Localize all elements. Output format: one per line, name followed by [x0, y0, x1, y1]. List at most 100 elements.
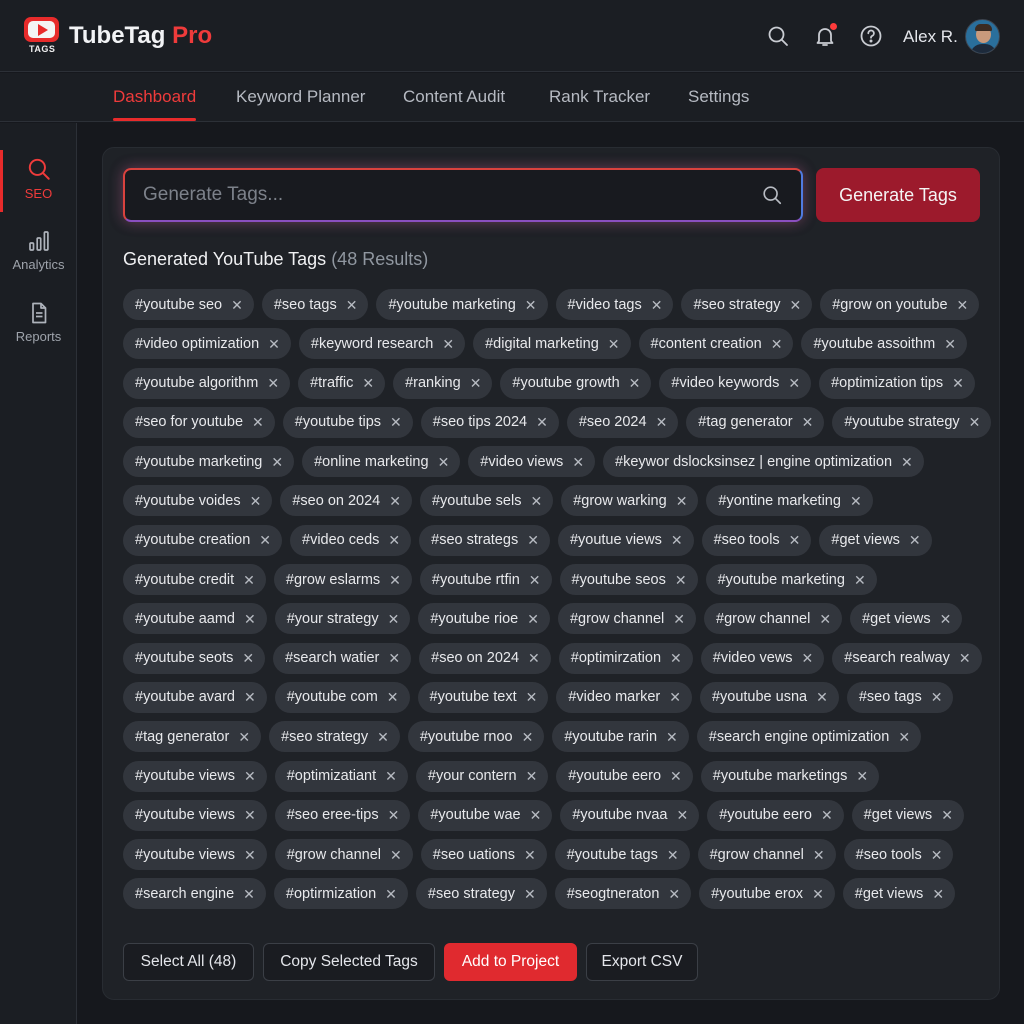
tag-chip[interactable]: #youtube sels ✕	[419, 485, 554, 517]
avatar[interactable]	[965, 19, 1000, 54]
remove-tag-icon[interactable]: ✕	[771, 337, 783, 351]
tag-chip[interactable]: #tag generator ✕	[123, 721, 262, 753]
remove-tag-icon[interactable]: ✕	[530, 494, 542, 508]
remove-tag-icon[interactable]: ✕	[524, 887, 536, 901]
remove-tag-icon[interactable]: ✕	[243, 887, 255, 901]
tag-chip[interactable]: #youtube eero ✕	[707, 799, 844, 831]
tag-chip[interactable]: #seogtneraton ✕	[554, 878, 692, 910]
remove-tag-icon[interactable]: ✕	[944, 337, 956, 351]
remove-tag-icon[interactable]: ✕	[608, 337, 620, 351]
tag-chip[interactable]: #seo strategy ✕	[681, 289, 813, 320]
remove-tag-icon[interactable]: ✕	[788, 376, 800, 390]
remove-tag-icon[interactable]: ✕	[854, 573, 866, 587]
tag-chip[interactable]: #grow channel ✕	[557, 603, 696, 635]
select-all-button[interactable]: Select All (48)	[123, 943, 254, 981]
tag-chip[interactable]: #get views ✕	[819, 524, 932, 556]
tag-chip[interactable]: #keyword research ✕	[298, 328, 466, 360]
remove-tag-icon[interactable]: ✕	[819, 612, 831, 626]
tag-chip[interactable]: #ranking ✕	[393, 367, 493, 399]
tab-dashboard[interactable]: Dashboard	[113, 73, 197, 122]
tag-chip[interactable]: #get views ✕	[850, 603, 963, 635]
header-search-icon[interactable]	[766, 24, 790, 48]
remove-tag-icon[interactable]: ✕	[673, 612, 685, 626]
remove-tag-icon[interactable]: ✕	[670, 769, 682, 783]
copy-selected-button[interactable]: Copy Selected Tags	[263, 943, 435, 981]
sidebar-item-analytics[interactable]: Analytics	[0, 221, 77, 289]
remove-tag-icon[interactable]: ✕	[527, 533, 539, 547]
remove-tag-icon[interactable]: ✕	[952, 376, 964, 390]
tag-chip[interactable]: #search watier ✕	[273, 642, 412, 674]
search-icon[interactable]	[761, 184, 783, 206]
tag-chip[interactable]: #seo tags ✕	[261, 289, 369, 320]
tag-chip[interactable]: #seo strategs ✕	[419, 524, 550, 556]
tag-chip[interactable]: #grow channel ✕	[697, 839, 836, 871]
remove-tag-icon[interactable]: ✕	[527, 612, 539, 626]
remove-tag-icon[interactable]: ✕	[385, 769, 397, 783]
tag-chip[interactable]: #traffic ✕	[298, 367, 386, 399]
tag-chip[interactable]: #youtube eero ✕	[556, 760, 693, 792]
tag-chip[interactable]: #optirmization ✕	[273, 878, 408, 910]
tag-chip[interactable]: #search engine ✕	[123, 878, 266, 910]
tag-chip[interactable]: #youtube rtfin ✕	[419, 564, 552, 596]
tag-chip[interactable]: #optimizatiant ✕	[274, 760, 408, 792]
remove-tag-icon[interactable]: ✕	[238, 730, 250, 744]
tab-keyword-planner[interactable]: Keyword Planner	[236, 73, 365, 122]
tag-chip[interactable]: #optimirzation ✕	[558, 642, 693, 674]
remove-tag-icon[interactable]: ✕	[629, 376, 641, 390]
tag-chip[interactable]: #video ceds ✕	[290, 524, 412, 556]
tag-chip[interactable]: #seo tags ✕	[846, 681, 954, 713]
export-csv-button[interactable]: Export CSV	[586, 943, 698, 981]
remove-tag-icon[interactable]: ✕	[268, 337, 280, 351]
tag-chip[interactable]: #grow on youtube ✕	[820, 289, 980, 320]
tag-chip[interactable]: #youtube marketing ✕	[376, 289, 548, 320]
tag-chip[interactable]: #youtube growth ✕	[500, 367, 652, 399]
tag-chip[interactable]: #search engine optimization ✕	[696, 721, 922, 753]
tag-chip[interactable]: #youtube seots ✕	[123, 642, 266, 674]
tag-chip[interactable]: #video marker ✕	[556, 681, 692, 713]
tag-chip[interactable]: #seo uations ✕	[420, 839, 547, 871]
tag-chip[interactable]: #seo eree-tips ✕	[274, 799, 411, 831]
remove-tag-icon[interactable]: ✕	[271, 455, 283, 469]
tag-chip[interactable]: #youtube text ✕	[417, 681, 549, 713]
tag-chip[interactable]: #youtube seo ✕	[123, 289, 254, 320]
tag-chip[interactable]: #seo tools ✕	[701, 524, 812, 556]
tag-chip[interactable]: #yontine marketing ✕	[706, 485, 873, 517]
search-input[interactable]	[125, 170, 745, 220]
remove-tag-icon[interactable]: ✕	[790, 298, 802, 312]
tag-chip[interactable]: #youtube rnoo ✕	[407, 721, 545, 753]
remove-tag-icon[interactable]: ✕	[438, 455, 450, 469]
remove-tag-icon[interactable]: ✕	[388, 612, 400, 626]
tag-chip[interactable]: #grow warking ✕	[561, 485, 699, 517]
remove-tag-icon[interactable]: ✕	[675, 573, 687, 587]
remove-tag-icon[interactable]: ✕	[242, 651, 254, 665]
remove-tag-icon[interactable]: ✕	[957, 298, 969, 312]
tag-chip[interactable]: #youtube views ✕	[123, 799, 267, 831]
tag-chip[interactable]: #online marketing ✕	[302, 446, 461, 478]
remove-tag-icon[interactable]: ✕	[389, 573, 401, 587]
tab-rank-tracker[interactable]: Rank Tracker	[549, 73, 650, 122]
remove-tag-icon[interactable]: ✕	[377, 730, 389, 744]
remove-tag-icon[interactable]: ✕	[666, 730, 678, 744]
tag-chip[interactable]: #seo on 2024 ✕	[419, 642, 551, 674]
generate-tags-button[interactable]: Generate Tags	[816, 168, 980, 222]
remove-tag-icon[interactable]: ✕	[388, 533, 400, 547]
remove-tag-icon[interactable]: ✕	[388, 808, 400, 822]
tab-settings[interactable]: Settings	[688, 73, 749, 122]
remove-tag-icon[interactable]: ✕	[850, 494, 862, 508]
remove-tag-icon[interactable]: ✕	[931, 848, 943, 862]
remove-tag-icon[interactable]: ✕	[651, 298, 663, 312]
remove-tag-icon[interactable]: ✕	[259, 533, 271, 547]
tag-chip[interactable]: #youtube marketings ✕	[700, 760, 880, 792]
remove-tag-icon[interactable]: ✕	[522, 730, 534, 744]
tag-chip[interactable]: #youtube rioe ✕	[418, 603, 550, 635]
remove-tag-icon[interactable]: ✕	[526, 769, 538, 783]
tag-chip[interactable]: #search realway ✕	[832, 642, 982, 674]
remove-tag-icon[interactable]: ✕	[536, 415, 548, 429]
tag-chip[interactable]: #youtube algorithm ✕	[123, 367, 291, 399]
tag-chip[interactable]: #youtube avard ✕	[123, 681, 267, 713]
tag-chip[interactable]: #youtube usna ✕	[699, 681, 839, 713]
tag-chip[interactable]: #youtube tags ✕	[554, 839, 690, 871]
remove-tag-icon[interactable]: ✕	[901, 455, 913, 469]
tag-chip[interactable]: #get views ✕	[842, 878, 956, 910]
tag-chip[interactable]: #youtube creation ✕	[123, 524, 283, 556]
